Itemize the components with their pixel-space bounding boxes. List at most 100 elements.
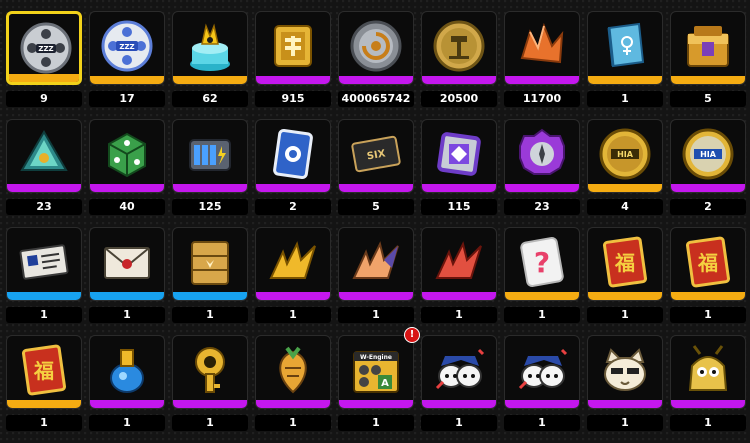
inventory-slot[interactable]: 1	[670, 335, 746, 443]
item-card[interactable]: W-Engine A W-Engine	[338, 335, 414, 409]
item-card[interactable]	[6, 119, 82, 193]
item-card[interactable]	[670, 335, 746, 409]
item-quantity: 1	[670, 307, 746, 323]
peach-feather-icon	[348, 234, 404, 290]
inventory-slot[interactable]: 1	[6, 227, 82, 335]
inventory-slot[interactable]: 福1	[6, 335, 82, 443]
denny-coin-icon	[348, 18, 404, 74]
item-card[interactable]	[172, 227, 248, 301]
inventory-slot[interactable]: 1	[89, 227, 165, 335]
rarity-bar	[588, 400, 662, 408]
item-card[interactable]	[421, 335, 497, 409]
item-card[interactable]	[172, 119, 248, 193]
svg-text:A: A	[381, 378, 389, 389]
item-card[interactable]	[421, 119, 497, 193]
item-card[interactable]	[6, 227, 82, 301]
rarity-bar	[588, 76, 662, 84]
inventory-slot[interactable]: 1	[89, 335, 165, 443]
red-charm-icon: 福	[16, 342, 72, 398]
red-feather-icon	[431, 234, 487, 290]
inventory-slot[interactable]: ? 1	[504, 227, 580, 335]
item-card[interactable]: ZZZ	[89, 11, 165, 85]
svg-text:福: 福	[614, 251, 635, 275]
rarity-bar	[173, 184, 247, 192]
item-card[interactable]	[504, 335, 580, 409]
inventory-slot[interactable]: ZZZ 17	[89, 11, 165, 119]
inventory-slot[interactable]: 1	[172, 227, 248, 335]
gold-cat-bag-icon	[680, 342, 736, 398]
item-card[interactable]: HIA	[587, 119, 663, 193]
inventory-slot[interactable]: 福1	[587, 227, 663, 335]
item-card[interactable]: SIX	[338, 119, 414, 193]
rarity-bar	[588, 292, 662, 300]
inventory-slot[interactable]: 2	[255, 119, 331, 227]
inventory-slot[interactable]: 11700	[504, 11, 580, 119]
item-card[interactable]	[421, 227, 497, 301]
orange-crystal-icon	[514, 18, 570, 74]
inventory-slot[interactable]: 40	[89, 119, 165, 227]
item-card[interactable]: HIA	[670, 119, 746, 193]
item-card[interactable]: ZZZ	[6, 11, 82, 85]
item-card[interactable]: 福	[6, 335, 82, 409]
inventory-slot[interactable]: 915	[255, 11, 331, 119]
inventory-slot[interactable]: 115	[421, 119, 497, 227]
rarity-bar	[339, 184, 413, 192]
item-quantity: 1	[255, 307, 331, 323]
red-charm-icon: 福	[597, 234, 653, 290]
item-card[interactable]	[89, 227, 165, 301]
item-card[interactable]: 福	[587, 227, 663, 301]
inventory-slot[interactable]: 62	[172, 11, 248, 119]
inventory-slot[interactable]: 1	[587, 335, 663, 443]
inventory-slot[interactable]: HIA 2	[670, 119, 746, 227]
item-card[interactable]: 福	[670, 227, 746, 301]
teal-ether-crystal-icon	[16, 126, 72, 182]
item-card[interactable]	[504, 11, 580, 85]
item-card[interactable]	[255, 227, 331, 301]
item-card[interactable]	[172, 335, 248, 409]
inventory-slot[interactable]: W-Engine A W-Engine! 1	[338, 327, 420, 443]
item-card[interactable]	[670, 11, 746, 85]
item-card[interactable]	[89, 335, 165, 409]
inventory-slot[interactable]: 23	[504, 119, 580, 227]
item-card[interactable]	[587, 11, 663, 85]
item-quantity: 1	[670, 415, 746, 431]
item-card[interactable]	[255, 11, 331, 85]
inventory-slot[interactable]: 125	[172, 119, 248, 227]
rarity-bar	[256, 292, 330, 300]
item-card[interactable]	[504, 119, 580, 193]
inventory-slot[interactable]: 1	[255, 227, 331, 335]
inventory-slot[interactable]: 1	[504, 335, 580, 443]
item-card[interactable]	[338, 227, 414, 301]
item-card[interactable]: ?	[504, 227, 580, 301]
inventory-slot[interactable]: 1	[421, 335, 497, 443]
item-quantity: 17	[89, 91, 165, 107]
inventory-slot[interactable]: 1	[255, 335, 331, 443]
inventory-slot[interactable]: 1	[172, 335, 248, 443]
inventory-slot[interactable]: 400065742	[338, 11, 414, 119]
item-card[interactable]	[255, 119, 331, 193]
polychrome-coin-icon	[431, 18, 487, 74]
bangboo-device-icon	[182, 18, 238, 74]
inventory-slot[interactable]: 福1	[670, 227, 746, 335]
inventory-slot[interactable]: 20500	[421, 11, 497, 119]
inventory-slot[interactable]: ZZZ 9	[6, 11, 82, 119]
inventory-slot[interactable]: 1	[421, 227, 497, 335]
item-card[interactable]	[338, 11, 414, 85]
ticket-stub-icon	[16, 234, 72, 290]
inventory-slot[interactable]: 23	[6, 119, 82, 227]
inventory-slot[interactable]: SIX 5	[338, 119, 414, 227]
item-quantity: 62	[172, 91, 248, 107]
rarity-bar	[9, 74, 79, 82]
item-card[interactable]	[172, 11, 248, 85]
item-card[interactable]	[421, 11, 497, 85]
inventory-slot[interactable]: HIA 4	[587, 119, 663, 227]
wooden-crate-icon	[182, 234, 238, 290]
item-card[interactable]	[587, 335, 663, 409]
item-card[interactable]	[255, 335, 331, 409]
treasure-box-icon	[680, 18, 736, 74]
item-card[interactable]	[89, 119, 165, 193]
inventory-slot[interactable]: 1	[587, 11, 663, 119]
inventory-slot[interactable]: 5	[670, 11, 746, 119]
blue-bottle-icon	[99, 342, 155, 398]
inventory-slot[interactable]: 1	[338, 227, 414, 335]
